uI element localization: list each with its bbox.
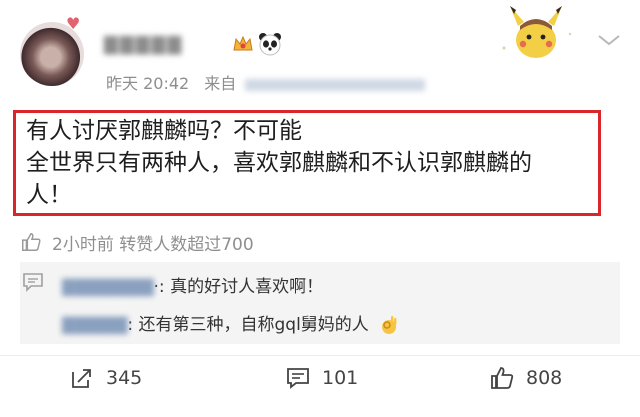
divider xyxy=(0,355,640,356)
repost-button[interactable]: 345 xyxy=(70,366,142,390)
card-decoration-image xyxy=(502,6,572,58)
post-meta: 昨天 20:42 来自 xyxy=(106,70,426,94)
comment-button[interactable]: 101 xyxy=(286,366,358,390)
username[interactable]: ▇▇▇▇▇ xyxy=(104,34,183,55)
like-count: 808 xyxy=(526,367,563,389)
chevron-down-icon[interactable] xyxy=(597,32,621,48)
post-time: 昨天 20:42 xyxy=(106,74,190,93)
post-body-line: 有人讨厌郭麒麟吗？不可能 xyxy=(26,118,302,144)
stats-text: 2小时前 转赞人数超过700 xyxy=(52,234,254,255)
comment-text: ·: 真的好讨人喜欢啊！ xyxy=(153,277,324,297)
repost-icon xyxy=(72,369,91,388)
post-body: 有人讨厌郭麒麟吗？不可能 全世界只有两种人，喜欢郭麒麟和不认识郭麒麟的 人！ xyxy=(26,115,596,211)
repost-count: 345 xyxy=(106,367,143,389)
post-stats: 2小时前 转赞人数超过700 xyxy=(20,230,254,255)
comment-item[interactable]: ▇▇▇▇▇▇▇·: 真的好讨人喜欢啊！ xyxy=(62,272,323,297)
comment-item[interactable]: ▇▇▇▇▇: 还有第三种，自称gql舅妈的人 xyxy=(62,310,400,336)
comment-author[interactable]: ▇▇▇▇▇ xyxy=(62,315,127,335)
comment-text: : 还有第三种，自称gql舅妈的人 xyxy=(127,315,369,335)
comment-author[interactable]: ▇▇▇▇▇▇▇ xyxy=(62,277,154,297)
post-body-line: 人！ xyxy=(26,182,72,208)
comment-preview[interactable]: ▇▇▇▇▇▇▇·: 真的好讨人喜欢啊！ ▇▇▇▇▇: 还有第三种，自称gql舅妈… xyxy=(20,262,620,344)
comment-icon xyxy=(23,273,43,292)
panda-badge-icon xyxy=(259,33,281,56)
weibo-post-card: ♥ ▇▇▇▇▇ 昨天 20:42 来自 有人讨厌郭麒麟吗？不可能 全世界只有两种… xyxy=(0,0,640,417)
post-body-line: 全世界只有两种人，喜欢郭麒麟和不认识郭麒麟的 xyxy=(26,150,532,176)
post-source-blurred[interactable] xyxy=(245,78,426,91)
comment-count: 101 xyxy=(322,367,359,389)
like-button[interactable]: 808 xyxy=(490,366,562,390)
comment-icon xyxy=(287,368,309,389)
ok-hand-icon xyxy=(382,316,397,334)
like-icon xyxy=(491,367,514,389)
thumbs-up-icon xyxy=(22,233,41,251)
crown-badge-icon xyxy=(233,35,253,51)
post-source-label: 来自 xyxy=(204,74,237,93)
heart-icon: ♥ xyxy=(66,14,81,33)
